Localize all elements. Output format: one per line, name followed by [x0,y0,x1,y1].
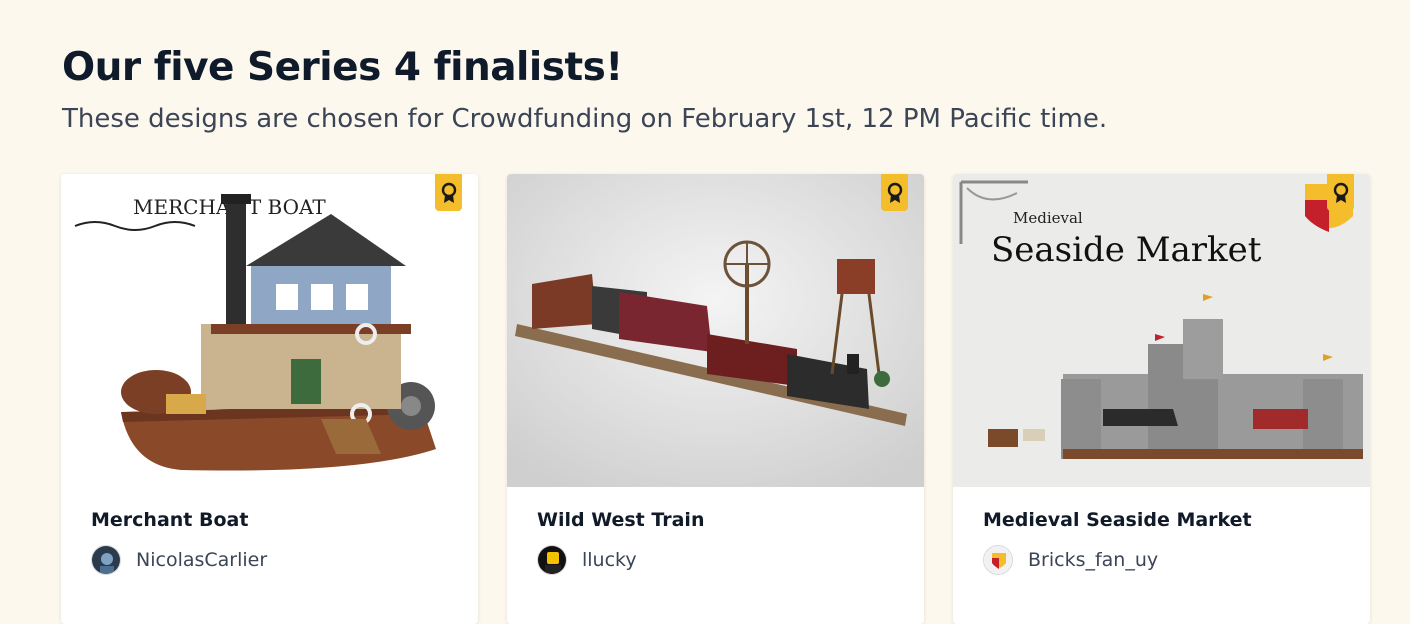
card-author[interactable]: NicolasCarlier [91,545,448,575]
author-avatar[interactable] [983,545,1013,575]
merchant-boat-image: MERCHANT BOAT [61,174,478,487]
wild-west-train-image [507,174,924,487]
card-author[interactable]: Bricks_fan_uy [983,545,1340,575]
author-avatar[interactable] [91,545,121,575]
finalist-card-medieval-seaside-market[interactable]: Medieval Seaside Market Medieval Seaside… [953,174,1370,624]
card-author[interactable]: llucky [537,545,894,575]
section-title: Our five Series 4 finalists! [62,45,623,90]
finalists-card-row: MERCHANT BOAT Merchant Boat NicolasCarli… [61,174,1371,624]
card-title[interactable]: Wild West Train [537,507,894,533]
card-image[interactable]: MERCHANT BOAT [61,174,478,487]
award-ribbon-icon [435,174,462,211]
author-avatar[interactable] [537,545,567,575]
award-ribbon-icon [1327,174,1354,211]
finalist-card-merchant-boat[interactable]: MERCHANT BOAT Merchant Boat NicolasCarli… [61,174,478,624]
finalist-card-wild-west-train[interactable]: Wild West Train llucky [507,174,924,624]
image-caption-top: Medieval [1013,209,1083,227]
card-title[interactable]: Medieval Seaside Market [983,507,1340,533]
author-name[interactable]: NicolasCarlier [136,549,267,571]
finalists-header: Our five Series 4 finalists! These desig… [62,44,1372,136]
section-subtitle: These designs are chosen for Crowdfundin… [62,104,1108,134]
card-image[interactable] [507,174,924,487]
award-ribbon-icon [881,174,908,211]
medieval-seaside-market-image: Medieval Seaside Market [953,174,1370,487]
card-image[interactable]: Medieval Seaside Market [953,174,1370,487]
author-name[interactable]: llucky [582,549,637,571]
card-title[interactable]: Merchant Boat [91,507,448,533]
image-caption-main: Seaside Market [991,230,1262,270]
author-name[interactable]: Bricks_fan_uy [1028,549,1158,571]
